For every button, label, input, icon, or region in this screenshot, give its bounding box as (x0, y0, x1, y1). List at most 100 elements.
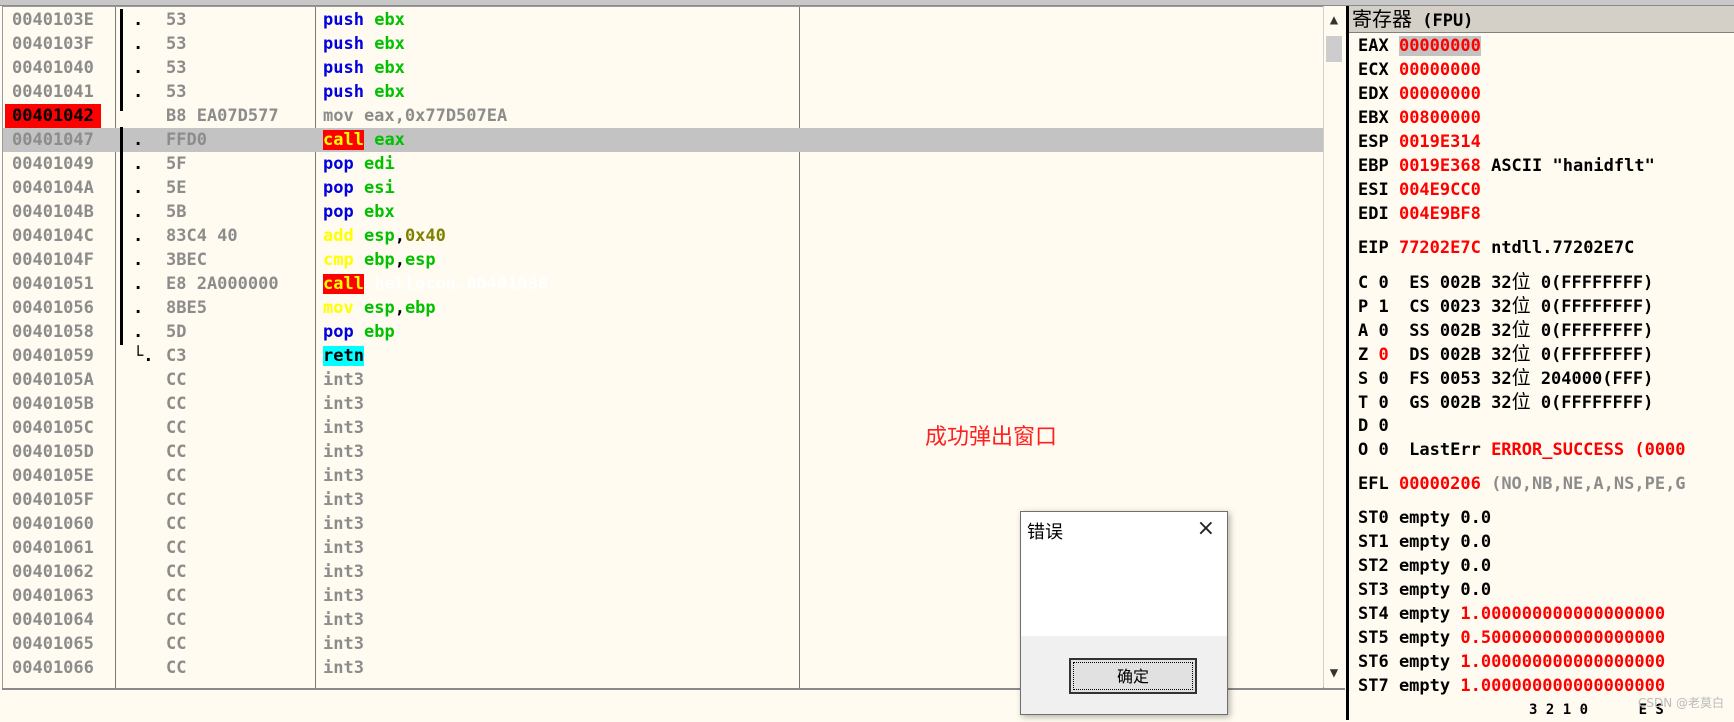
segment: GS 002B 32 (1388, 393, 1512, 413)
instruction: int3 (323, 536, 364, 560)
register-value[interactable]: 00800000 (1399, 108, 1481, 128)
disasm-row[interactable]: 0040105A CC int3 (3, 368, 1323, 392)
instruction-token: push (323, 10, 364, 30)
eip-line: EIP 77202E7C ntdll.77202E7C (1358, 236, 1634, 260)
address: 0040104A (12, 178, 94, 198)
register-value[interactable]: 77202E7C (1399, 238, 1481, 258)
disasm-row[interactable]: 00401041. 53 push ebx (3, 80, 1323, 104)
instruction-token (364, 274, 374, 294)
flag-line: D 0 (1358, 414, 1389, 438)
address: 00401061 (12, 538, 94, 558)
ok-button[interactable]: 确定 (1069, 658, 1197, 694)
segment-bits: 位 (1511, 271, 1531, 293)
flag-value[interactable]: 1 (1378, 297, 1388, 317)
flow-mark: . (133, 58, 144, 78)
register-value[interactable]: 004E9BF8 (1399, 204, 1481, 224)
segment-bits: 位 (1511, 367, 1531, 389)
fpu-register-value[interactable]: 0.0 (1460, 580, 1491, 600)
disasm-row[interactable]: 0040104F. 3BEC cmp ebp,esp (3, 248, 1323, 272)
register-value[interactable]: 00000206 (1399, 474, 1481, 494)
fpu-register-name: ST0 empty (1358, 508, 1461, 528)
instruction: int3 (323, 584, 364, 608)
flag-line: S 0 FS 0053 32位 204000(FFF) (1358, 366, 1653, 390)
address: 0040105F (12, 490, 94, 510)
fpu-register-line: ST0 empty 0.0 (1358, 506, 1491, 530)
register-name: EDX (1358, 84, 1399, 104)
instruction-token: int3 (323, 442, 364, 462)
disasm-row[interactable]: 0040105B CC int3 (3, 392, 1323, 416)
fpu-register-value[interactable]: 0.0 (1460, 532, 1491, 552)
fpu-register-value[interactable]: 0.0 (1460, 508, 1491, 528)
disasm-row[interactable]: 00401059 └. C3 retn (3, 344, 1323, 368)
flag-value[interactable]: 0 (1378, 369, 1388, 389)
disasm-row[interactable]: 00401051. E8 2A000000 call hellocon.004010… (3, 272, 1323, 296)
disasm-row[interactable]: 00401056. 8BE5 mov esp,ebp (3, 296, 1323, 320)
fpu-register-value[interactable]: 0.0 (1460, 556, 1491, 576)
fpu-register-line: ST1 empty 0.0 (1358, 530, 1491, 554)
register-value[interactable]: 004E9CC0 (1399, 180, 1481, 200)
disasm-row[interactable]: 0040105D CC int3 (3, 440, 1323, 464)
hex-bytes: CC (166, 370, 187, 390)
register-line: EDX 00000000 (1358, 82, 1481, 106)
register-value[interactable]: 00000000 (1399, 60, 1481, 80)
function-bracket (120, 9, 123, 111)
instruction-token: mov eax,0x77D507EA (323, 106, 508, 126)
disasm-row[interactable]: 0040103F. 53 push ebx (3, 32, 1323, 56)
error-dialog[interactable]: 错误 × 确定 (1020, 511, 1228, 715)
instruction-token: ebx (374, 82, 405, 102)
register-value[interactable]: 0019E314 (1399, 132, 1481, 152)
instruction-token: call (323, 274, 364, 294)
scroll-thumb[interactable] (1326, 36, 1342, 62)
close-icon[interactable]: × (1197, 516, 1215, 541)
segment-bits: 位 (1511, 295, 1531, 317)
register-name: ESP (1358, 132, 1399, 152)
disasm-row[interactable]: 0040105F CC int3 (3, 488, 1323, 512)
register-value[interactable]: 00000000 (1398, 36, 1481, 56)
segment-base: 0(FFFFFFFF) (1530, 393, 1654, 413)
disasm-row[interactable]: 00401058. 5D pop ebp (3, 320, 1323, 344)
disasm-row[interactable]: 00401042 B8 EA07D577 mov eax,0x77D507EA (3, 104, 1323, 128)
instruction-token: push (323, 34, 364, 54)
flow-mark: . (133, 130, 144, 150)
registers-pane[interactable]: 寄存器 (FPU) EAX 00000000 ECX 00000000 EDX 00… (1346, 6, 1734, 720)
flag-value[interactable]: 0 (1378, 273, 1388, 293)
disasm-row[interactable]: 0040104B. 5B pop ebx (3, 200, 1323, 224)
instruction: int3 (323, 392, 364, 416)
fpu-register-value[interactable]: 0.500000000000000000 (1460, 628, 1665, 648)
segment-base: 0(FFFFFFFF) (1530, 297, 1654, 317)
disasm-row[interactable]: 0040104A. 5E pop esi (3, 176, 1323, 200)
flag-value[interactable]: 0 (1378, 321, 1388, 341)
instruction-token: int3 (323, 586, 364, 606)
instruction-token (364, 130, 374, 150)
flag-value[interactable]: 0 (1378, 393, 1388, 413)
register-value[interactable]: 0019E368 (1399, 156, 1481, 176)
fpu-register-value[interactable]: 1.000000000000000000 (1460, 652, 1665, 672)
disasm-row[interactable]: 00401040. 53 push ebx (3, 56, 1323, 80)
disasm-row[interactable]: 0040104C. 83C4 40 add esp,0x40 (3, 224, 1323, 248)
hex-bytes: 83C4 40 (166, 226, 238, 246)
fpu-register-value[interactable]: 1.000000000000000000 (1460, 604, 1665, 624)
hex-bytes: CC (166, 442, 187, 462)
disasm-row[interactable]: 0040103E. 53 push ebx (3, 8, 1323, 32)
hex-bytes: E8 2A000000 (166, 274, 279, 294)
disasm-row[interactable]: 0040105C CC int3 (3, 416, 1323, 440)
scroll-up-icon[interactable]: ▲ (1324, 10, 1344, 30)
segment-bits: 位 (1511, 343, 1531, 365)
vertical-scrollbar[interactable]: ▲ ▼ (1323, 6, 1344, 687)
disasm-row[interactable]: 00401047. FFD0 call eax (3, 128, 1323, 152)
flow-mark: . (133, 154, 144, 174)
disasm-row[interactable]: 00401049. 5F pop edi (3, 152, 1323, 176)
disasm-row[interactable]: 0040105E CC int3 (3, 464, 1323, 488)
register-value[interactable]: 00000000 (1399, 84, 1481, 104)
register-name: EIP (1358, 238, 1399, 258)
scroll-down-icon[interactable]: ▼ (1324, 663, 1344, 683)
flow-mark: . (133, 274, 144, 294)
flag-name: P (1358, 297, 1379, 317)
hex-bytes: 53 (166, 10, 187, 30)
fpu-register-value[interactable]: 1.000000000000000000 (1460, 676, 1665, 696)
flag-value[interactable]: 0 (1378, 416, 1388, 436)
instruction-token: ebx (374, 34, 405, 54)
flow-mark: . (133, 34, 144, 54)
flag-name: S (1358, 369, 1379, 389)
flag-value[interactable]: 0 (1378, 345, 1388, 365)
